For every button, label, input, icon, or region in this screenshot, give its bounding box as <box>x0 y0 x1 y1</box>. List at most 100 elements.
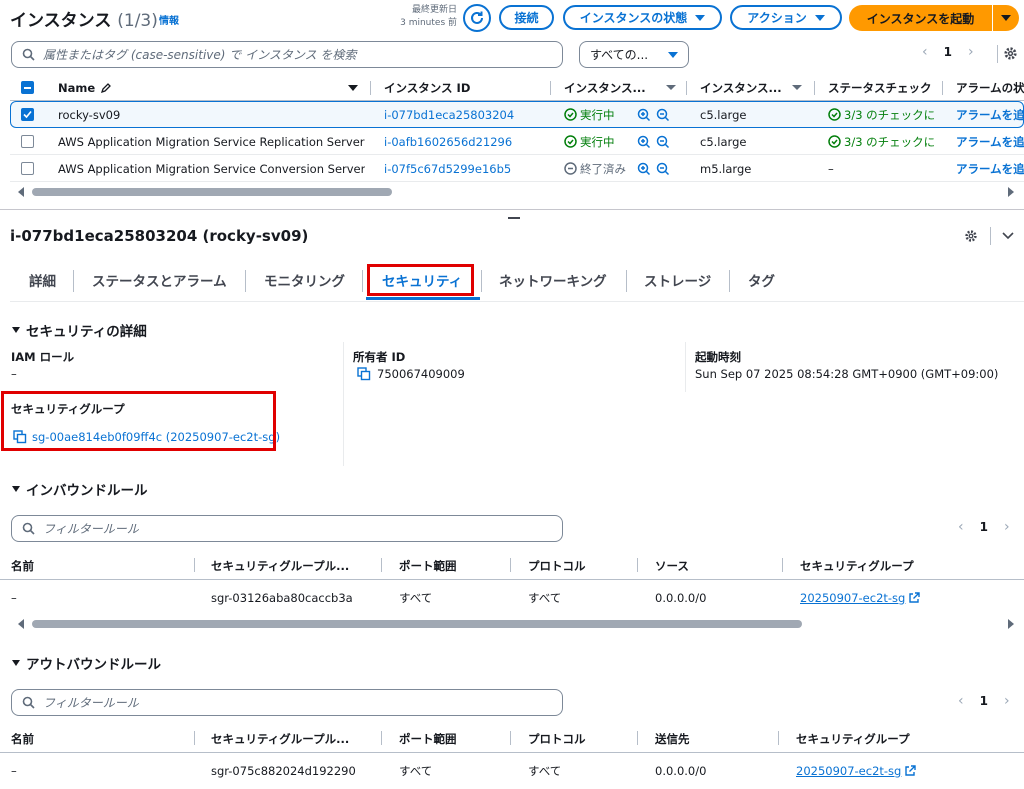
col-source[interactable]: ソース <box>655 551 689 580</box>
select-all-checkbox[interactable] <box>21 81 34 94</box>
security-details-header[interactable]: セキュリティの詳細 <box>12 320 147 340</box>
table-row[interactable]: rocky-sv09 i-077bd1eca25803204 実行中 c5.la… <box>10 101 1024 128</box>
tab-tags[interactable]: タグ <box>748 266 775 294</box>
resize-handle[interactable] <box>508 217 520 219</box>
state-filter-select[interactable]: すべての... <box>579 41 689 68</box>
col-rule-id[interactable]: セキュリティグループル... <box>211 724 349 753</box>
add-alarm-link[interactable]: アラームを追 <box>956 101 1023 128</box>
caret-down-icon <box>695 14 706 21</box>
zoom-in-icon[interactable] <box>637 135 651 149</box>
page-number[interactable]: 1 <box>980 520 988 534</box>
info-link[interactable]: 情報 <box>159 12 179 27</box>
next-page-icon[interactable]: › <box>968 44 974 60</box>
owner-id-value: 750067409009 <box>357 367 465 381</box>
instance-state-button[interactable]: インスタンスの状態 <box>563 5 722 30</box>
col-security-group[interactable]: セキュリティグループ <box>800 551 914 580</box>
table-row[interactable]: AWS Application Migration Service Replic… <box>10 128 1024 155</box>
launch-instance-button[interactable]: インスタンスを起動 <box>849 5 992 31</box>
row-checkbox[interactable] <box>21 108 34 121</box>
col-type[interactable]: インスタンス... <box>700 74 782 101</box>
active-tab-indicator <box>366 297 480 300</box>
sort-caret-icon[interactable] <box>348 84 358 91</box>
sort-caret-icon[interactable] <box>666 85 676 90</box>
prev-page-icon[interactable]: ‹ <box>922 44 928 60</box>
inbound-rules-header[interactable]: インバウンドルール <box>12 479 148 499</box>
add-alarm-link[interactable]: アラームを追 <box>956 155 1024 182</box>
zoom-out-icon[interactable] <box>656 162 670 176</box>
scrollbar-thumb[interactable] <box>32 619 802 628</box>
status-check: – <box>828 161 834 176</box>
instance-type: c5.large <box>700 134 747 149</box>
zoom-in-icon[interactable] <box>637 162 651 176</box>
page-number[interactable]: 1 <box>980 694 988 708</box>
tab-monitoring[interactable]: モニタリング <box>264 266 345 294</box>
scroll-left-icon[interactable] <box>18 618 24 629</box>
zoom-out-icon[interactable] <box>656 135 670 149</box>
instance-state: 終了済み <box>564 155 626 182</box>
column-divider <box>343 342 344 466</box>
add-alarm-link[interactable]: アラームを追 <box>956 128 1024 155</box>
copy-icon[interactable] <box>357 367 371 381</box>
next-page-icon[interactable]: › <box>1004 519 1010 535</box>
col-status-check[interactable]: ステータスチェック <box>828 74 944 101</box>
instance-id-link[interactable]: i-0afb1602656d21296 <box>384 128 512 155</box>
zoom-in-icon[interactable] <box>637 108 651 122</box>
table-row[interactable]: AWS Application Migration Service Conver… <box>10 155 1024 182</box>
instance-id-link[interactable]: i-07f5c67d5299e16b5 <box>384 155 511 182</box>
col-name[interactable]: Name <box>58 74 112 101</box>
col-name[interactable]: 名前 <box>11 724 34 753</box>
prev-page-icon[interactable]: ‹ <box>958 693 964 709</box>
status-check: 3/3 のチェックに <box>828 101 942 128</box>
refresh-button[interactable] <box>463 4 491 32</box>
scroll-right-icon[interactable] <box>1008 618 1014 629</box>
caret-down-icon <box>814 14 825 21</box>
inbound-table-header: 名前 セキュリティグループル... ポート範囲 プロトコル ソース セキュリティ… <box>0 551 1024 580</box>
inbound-filter-input[interactable]: フィルタールール <box>11 515 563 542</box>
horizontal-scrollbar[interactable] <box>18 618 1014 629</box>
col-destination[interactable]: 送信先 <box>655 724 690 753</box>
col-name[interactable]: 名前 <box>11 551 34 580</box>
external-link-icon <box>905 764 917 776</box>
tab-details[interactable]: 詳細 <box>29 266 56 294</box>
success-check-icon <box>828 135 841 148</box>
next-page-icon[interactable]: › <box>1004 693 1010 709</box>
prev-page-icon[interactable]: ‹ <box>958 519 964 535</box>
zoom-out-icon[interactable] <box>656 108 670 122</box>
external-link-icon <box>909 591 921 603</box>
chevron-down-icon[interactable] <box>1002 231 1014 241</box>
tab-storage[interactable]: ストレージ <box>644 266 711 294</box>
scrollbar-thumb[interactable] <box>32 187 392 196</box>
instance-search-input[interactable]: 属性またはタグ (case-sensitive) で インスタンス を検索 <box>11 41 563 68</box>
settings-gear-icon[interactable] <box>964 229 978 243</box>
col-security-group[interactable]: セキュリティグループ <box>796 724 910 753</box>
scroll-left-icon[interactable] <box>18 186 24 197</box>
col-port[interactable]: ポート範囲 <box>399 551 457 580</box>
col-protocol[interactable]: プロトコル <box>528 551 586 580</box>
col-protocol[interactable]: プロトコル <box>528 724 586 753</box>
outbound-filter-input[interactable]: フィルタールール <box>11 689 563 716</box>
scroll-right-icon[interactable] <box>1008 186 1014 197</box>
sort-caret-icon[interactable] <box>792 85 802 90</box>
instance-id-link[interactable]: i-077bd1eca25803204 <box>384 101 514 128</box>
actions-button[interactable]: アクション <box>730 5 842 30</box>
col-alarm[interactable]: アラームの状 <box>956 74 1024 101</box>
outbound-table-header: 名前 セキュリティグループル... ポート範囲 プロトコル 送信先 セキュリティ… <box>0 724 1024 753</box>
settings-gear-icon[interactable] <box>1003 46 1018 61</box>
col-instance-id[interactable]: インスタンス ID <box>384 74 470 101</box>
row-checkbox[interactable] <box>21 162 34 175</box>
launch-dropdown-button[interactable] <box>993 5 1019 31</box>
horizontal-scrollbar[interactable] <box>18 186 1014 197</box>
row-checkbox[interactable] <box>21 135 34 148</box>
col-state[interactable]: インスタンス... <box>564 74 646 101</box>
success-check-icon <box>828 108 841 121</box>
col-port[interactable]: ポート範囲 <box>399 724 457 753</box>
outbound-rules-header[interactable]: アウトバウンドルール <box>12 653 161 673</box>
last-updated: 最終更新日 3 minutes 前 <box>400 5 457 28</box>
col-rule-id[interactable]: セキュリティグループル... <box>211 551 349 580</box>
tab-status-alarms[interactable]: ステータスとアラーム <box>92 266 227 294</box>
security-group-link[interactable]: 20250907-ec2t-sg <box>796 757 917 784</box>
tab-networking[interactable]: ネットワーキング <box>499 266 607 294</box>
security-group-link[interactable]: 20250907-ec2t-sg <box>800 584 921 611</box>
connect-button[interactable]: 接続 <box>499 5 554 30</box>
page-number[interactable]: 1 <box>944 45 952 59</box>
